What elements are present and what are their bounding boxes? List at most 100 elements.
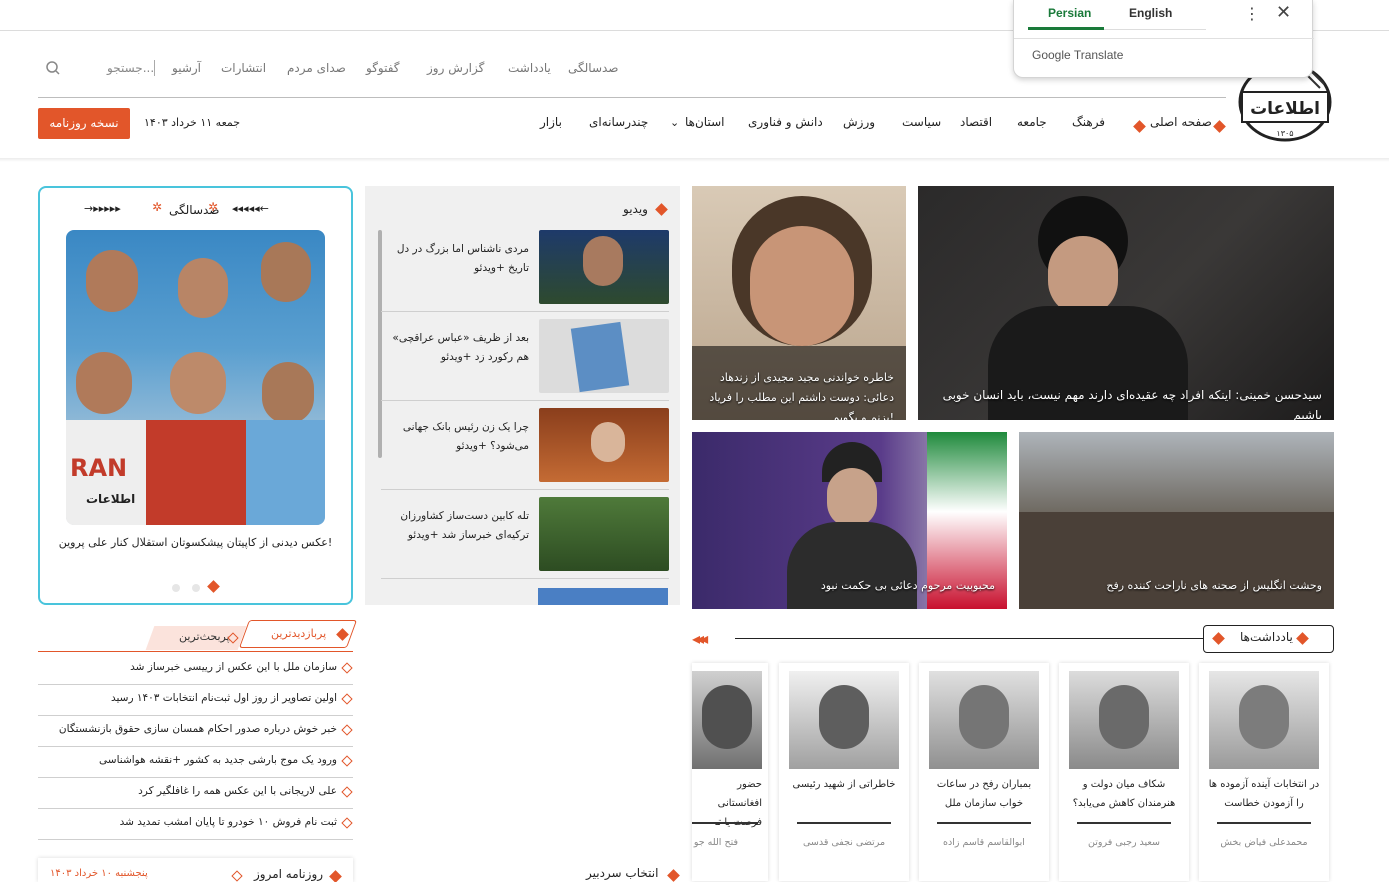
secnav-item-publications[interactable]: انتشارات: [221, 61, 266, 75]
note-title[interactable]: شکاف میان دولت و هنرمندان کاهش می‌یابد؟: [1065, 775, 1183, 813]
video-thumbnail[interactable]: [538, 588, 668, 605]
section-diamond-icon: [667, 869, 680, 882]
note-card[interactable]: خاطراتی از شهید رئیسی مرتضی نجفی قدسی: [779, 663, 909, 881]
header-divider: [38, 97, 1226, 98]
ornament-icon: ◂◂◂◂◂←: [232, 202, 269, 215]
story-caption[interactable]: وحشت انگلیس از صحنه های ناراحت کننده رفح: [1022, 576, 1322, 596]
note-title[interactable]: بمباران رفح در ساعات خواب سازمان ملل: [925, 775, 1043, 813]
video-item[interactable]: چرا یک زن رئیس بانک جهانی می‌شود؟ +ویدئو: [381, 404, 669, 490]
most-viewed-item-title[interactable]: اولین تصاویر از روز اول ثبت‌نام انتخابات…: [111, 692, 337, 704]
video-item-title[interactable]: تله کابین دست‌ساز کشاورزان ترکیه‌ای خبرس…: [381, 507, 529, 545]
most-viewed-item[interactable]: سازمان ملل با این عکس از رییسی خبرساز شد: [38, 654, 353, 685]
notes-title[interactable]: یادداشت‌ها: [1240, 630, 1293, 644]
note-author: ابوالقاسم قاسم زاده: [943, 837, 1025, 848]
author-photo[interactable]: [1209, 671, 1319, 769]
nav-item-economy[interactable]: اقتصاد: [960, 115, 992, 129]
notes-rule: [735, 638, 1203, 639]
photo-logo-text: اطلاعات: [86, 492, 136, 506]
author-photo[interactable]: [692, 671, 762, 769]
chevron-down-icon[interactable]: ⌄: [670, 116, 679, 129]
note-card[interactable]: شکاف میان دولت و هنرمندان کاهش می‌یابد؟ …: [1059, 663, 1189, 881]
bullet-diamond-icon: [341, 817, 353, 829]
author-photo[interactable]: [929, 671, 1039, 769]
story-caption[interactable]: خاطره خواندنی مجید مجیدی از زندهاد دعائی…: [704, 368, 894, 420]
secnav-item-report[interactable]: گزارش روز: [427, 61, 484, 75]
nav-item-market[interactable]: بازار: [540, 115, 562, 129]
video-item-title[interactable]: بعد از ظریف «عباس عراقچی» هم رکورد زد +و…: [381, 329, 529, 367]
nav-item-culture[interactable]: فرهنگ: [1072, 115, 1105, 129]
most-viewed-item[interactable]: خبر خوش درباره صدور احکام همسان سازی حقو…: [38, 716, 353, 747]
note-title[interactable]: در انتخابات آینده آزموده ها را آزمودن خط…: [1205, 775, 1323, 813]
video-item-title[interactable]: چرا یک زن رئیس بانک جهانی می‌شود؟ +ویدئو: [381, 418, 529, 456]
most-viewed-item-title[interactable]: ثبت نام فروش ۱۰ خودرو تا پایان امشب تمدی…: [120, 816, 337, 828]
carousel-dot[interactable]: [192, 584, 200, 592]
video-item-title[interactable]: مردی ناشناس اما بزرگ در دل تاریخ +ویدئو: [381, 240, 529, 278]
bullet-diamond-icon: [341, 724, 353, 736]
most-viewed-item[interactable]: علی لاریجانی با این عکس همه را غافلگیر ک…: [38, 778, 353, 809]
tab-persian[interactable]: Persian: [1048, 6, 1091, 20]
nav-item-society[interactable]: جامعه: [1017, 115, 1047, 129]
carousel-dot[interactable]: [172, 584, 180, 592]
tab-most-commented-label[interactable]: پربحث‌ترین: [179, 630, 230, 643]
video-item[interactable]: بعد از ظریف «عباس عراقچی» هم رکورد زد +و…: [381, 315, 669, 401]
nav-item-politics[interactable]: سیاست: [902, 115, 941, 129]
nav-item-home[interactable]: صفحه اصلی: [1150, 115, 1212, 129]
secnav-item-interview[interactable]: گفتوگو: [366, 61, 400, 75]
video-section-title: ویدیو: [623, 202, 648, 216]
story-image[interactable]: وحشت انگلیس از صحنه های ناراحت کننده رفح: [1019, 432, 1334, 609]
video-item[interactable]: مردی ناشناس اما بزرگ در دل تاریخ +ویدئو: [381, 226, 669, 312]
story-caption[interactable]: محبوبیت مرحوم دعائی بی حکمت نبود: [695, 576, 995, 596]
nav-diamond-icon: [1213, 120, 1226, 133]
centenary-caption[interactable]: عکس دیدنی از کاپیتان پیشکسوتان استقلال ک…: [40, 536, 351, 549]
most-viewed-item-title[interactable]: ورود یک موج بارشی جدید به کشور +نقشه هوا…: [99, 754, 337, 766]
nav-item-science[interactable]: دانش و فناوری: [748, 115, 823, 129]
most-viewed-item[interactable]: اولین تصاویر از روز اول ثبت‌نام انتخابات…: [38, 685, 353, 716]
video-thumbnail[interactable]: [539, 319, 669, 393]
note-author: محمدعلی فیاض بخش: [1220, 837, 1308, 848]
video-thumbnail[interactable]: [539, 497, 669, 571]
arrows-left-icon: ◂◂◂: [692, 629, 708, 648]
note-card[interactable]: بمباران رفح در ساعات خواب سازمان ملل ابو…: [919, 663, 1049, 881]
note-card[interactable]: حضور افغانستانی فرصت یا تـ فتح الله جو: [692, 663, 768, 881]
secnav-item-archive[interactable]: آرشیو: [172, 61, 201, 75]
bullet-diamond-icon: [341, 786, 353, 798]
story-image[interactable]: محبوبیت مرحوم دعائی بی حکمت نبود: [692, 432, 1007, 609]
top-story-caption[interactable]: سیدحسن خمینی: اینکه افراد چه عقیده‌ای دا…: [922, 385, 1322, 420]
most-viewed-item-title[interactable]: خبر خوش درباره صدور احکام همسان سازی حقو…: [59, 723, 337, 735]
active-tab-indicator: [1028, 27, 1104, 30]
search-icon[interactable]: [45, 60, 61, 80]
google-translate-brand: Google Translate: [1032, 48, 1124, 62]
nav-item-multimedia[interactable]: چندرسانه‌ای: [589, 115, 648, 129]
note-card[interactable]: در انتخابات آینده آزموده ها را آزمودن خط…: [1199, 663, 1329, 881]
carousel-dot-active[interactable]: [207, 580, 220, 593]
nav-item-sports[interactable]: ورزش: [843, 115, 875, 129]
video-item[interactable]: تله کابین دست‌ساز کشاورزان ترکیه‌ای خبرس…: [381, 493, 669, 579]
most-viewed-item-title[interactable]: علی لاریجانی با این عکس همه را غافلگیر ک…: [138, 785, 337, 797]
note-title[interactable]: خاطراتی از شهید رئیسی: [785, 775, 903, 794]
ornament-divider: [1217, 822, 1311, 824]
secnav-item-people[interactable]: صدای مردم: [287, 61, 346, 75]
tab-english[interactable]: English: [1129, 6, 1172, 20]
centenary-photo[interactable]: RAN اطلاعات: [66, 230, 325, 525]
secnav-item-notes[interactable]: یادداشت: [508, 61, 551, 75]
newspaper-edition-button[interactable]: نسخه روزنامه: [38, 108, 130, 139]
most-viewed-item[interactable]: ثبت نام فروش ۱۰ خودرو تا پایان امشب تمدی…: [38, 809, 353, 840]
story-image[interactable]: خاطره خواندنی مجید مجیدی از زندهاد دعائی…: [692, 186, 906, 420]
video-thumbnail[interactable]: [539, 230, 669, 304]
translate-popup: Persian English ⋮ ✕ Google Translate: [1013, 0, 1314, 78]
author-photo[interactable]: [789, 671, 899, 769]
search-input[interactable]: جستجو...: [107, 61, 154, 75]
ornament-icon: →▸▸▸▸▸: [84, 202, 121, 215]
nav-item-provinces[interactable]: استان‌ها: [685, 115, 724, 129]
close-icon[interactable]: ✕: [1276, 2, 1291, 23]
video-thumbnail[interactable]: [539, 408, 669, 482]
note-author: مرتضی نجفی قدسی: [802, 837, 886, 848]
author-photo[interactable]: [1069, 671, 1179, 769]
tab-most-viewed-label[interactable]: پربازدیدترین: [271, 627, 326, 640]
secnav-item-centenary[interactable]: صدسالگی: [568, 61, 618, 75]
more-options-icon[interactable]: ⋮: [1244, 4, 1260, 23]
top-story-image[interactable]: سیدحسن خمینی: اینکه افراد چه عقیده‌ای دا…: [918, 186, 1334, 420]
most-viewed-item[interactable]: ورود یک موج بارشی جدید به کشور +نقشه هوا…: [38, 747, 353, 778]
most-viewed-item-title[interactable]: سازمان ملل با این عکس از رییسی خبرساز شد: [130, 661, 337, 673]
translate-tabs: Persian English: [1028, 0, 1206, 30]
